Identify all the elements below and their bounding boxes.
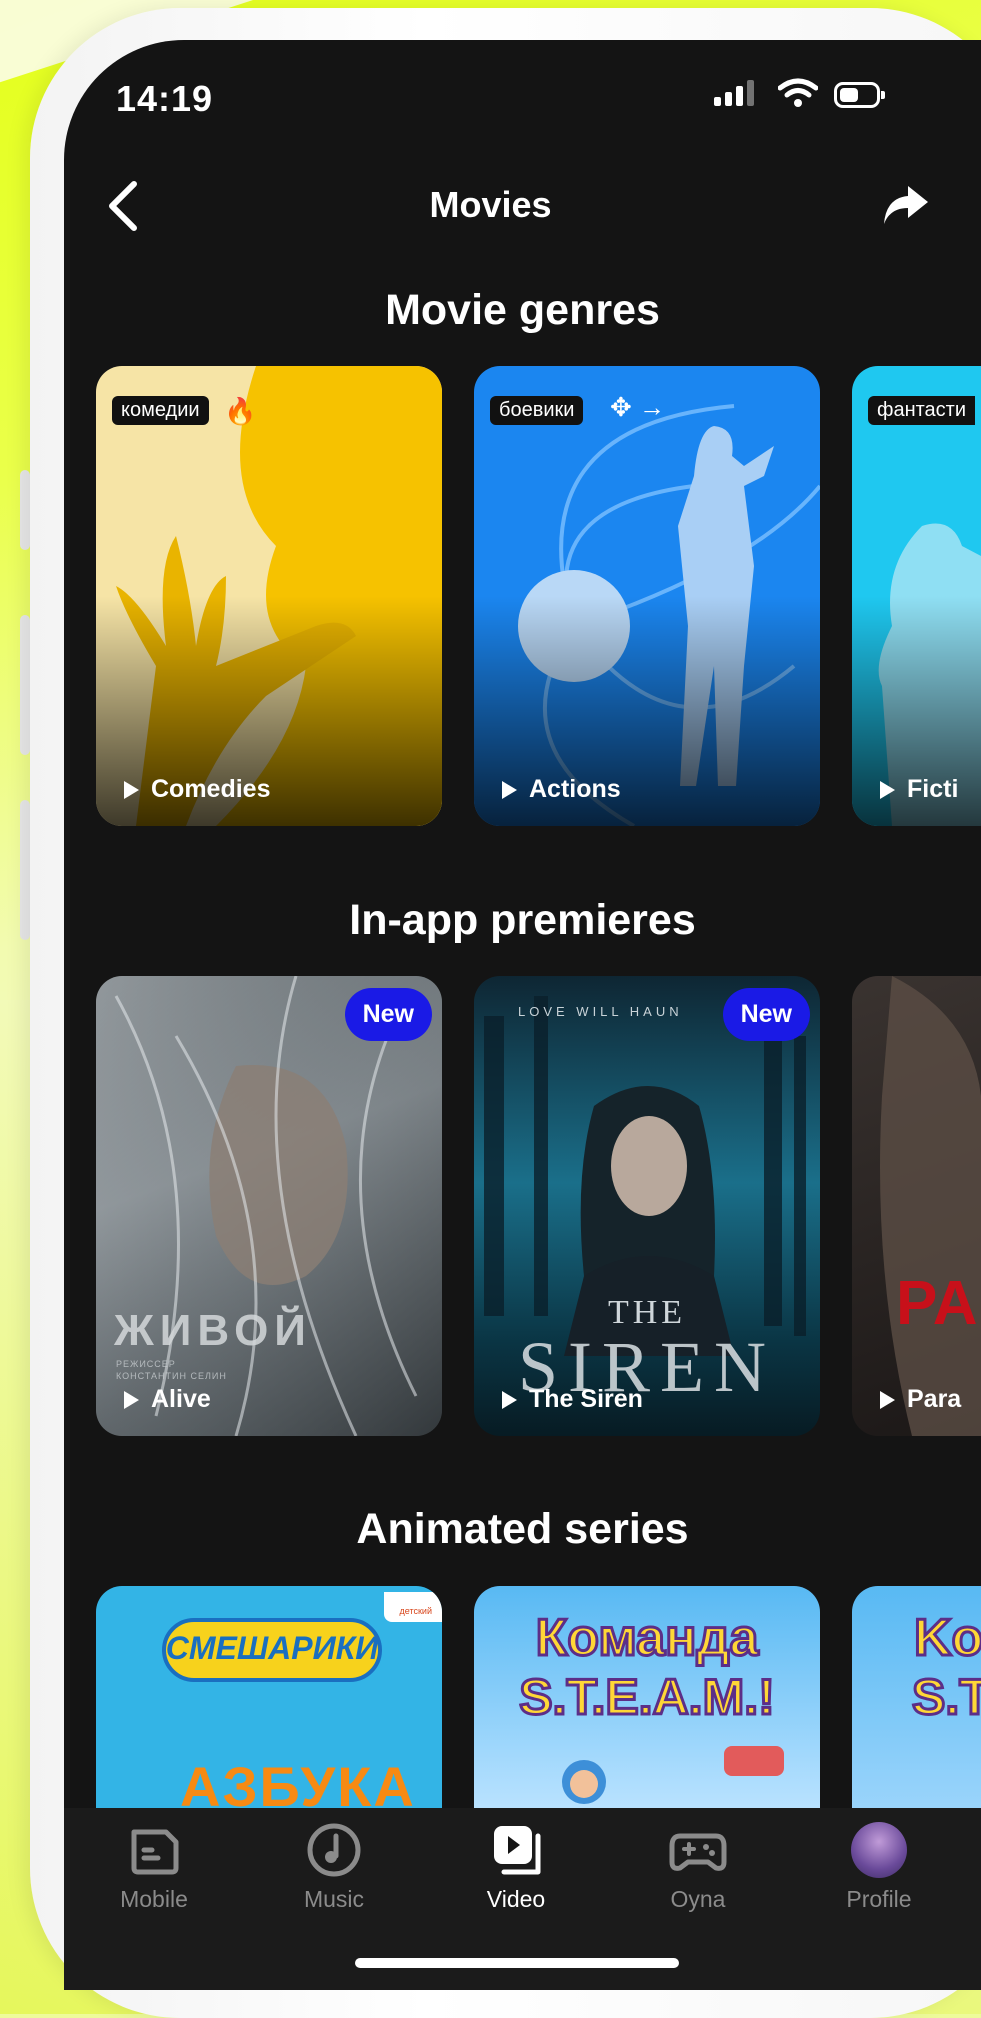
phone-side-button xyxy=(20,615,30,755)
avatar xyxy=(851,1822,907,1878)
steam-illustration xyxy=(562,1746,784,1804)
section-title-in-app-premieres: In-app premieres xyxy=(349,896,696,944)
tab-mobile[interactable]: Mobile xyxy=(94,1822,214,1913)
play-icon xyxy=(502,1390,517,1409)
card-label: Ficti xyxy=(880,775,958,804)
card-label: Actions xyxy=(502,775,621,804)
new-badge: New xyxy=(722,988,810,1041)
series-title: Ko xyxy=(912,1608,981,1669)
tab-music[interactable]: Music xyxy=(274,1822,394,1913)
wifi-icon xyxy=(778,78,818,107)
section-title-animated-series: Animated series xyxy=(356,1505,689,1553)
movie-card-para[interactable]: PAR Para xyxy=(852,976,981,1436)
card-label: Para xyxy=(880,1385,961,1414)
new-badge: New xyxy=(344,988,432,1041)
kids-tag: детский xyxy=(383,1592,442,1622)
play-icon xyxy=(124,780,139,799)
poster-title: PAR xyxy=(896,1269,981,1338)
home-indicator xyxy=(355,1958,679,1968)
series-subtitle: АЗБУКА xyxy=(180,1755,416,1808)
poster-credit: РЕЖИССЕР КОНСТАНТИН СЕЛИН xyxy=(116,1359,227,1381)
series-card-smeshariki[interactable]: СМЕШАРИКИ детский АЗБУКА xyxy=(96,1586,442,1808)
movie-card-alive[interactable]: ЖИВОЙ РЕЖИССЕР КОНСТАНТИН СЕЛИН New Aliv… xyxy=(96,976,442,1436)
status-time: 14:19 xyxy=(116,78,214,119)
play-icon xyxy=(880,780,895,799)
sim-card-icon xyxy=(131,1829,179,1875)
play-icon xyxy=(502,780,517,799)
genre-tag: комедии xyxy=(112,396,209,425)
tab-oyna[interactable]: Oyna xyxy=(638,1822,758,1913)
sparkle-arrow-icon: ✥ → xyxy=(610,392,666,422)
genre-card-actions[interactable]: боевики ✥ → Actions xyxy=(474,366,820,826)
poster-tagline: LOVE WILL HAUN xyxy=(518,1004,683,1019)
genre-card-comedies[interactable]: комедии 🔥 Comedies xyxy=(96,366,442,826)
video-play-icon xyxy=(494,1826,541,1875)
phone-side-button xyxy=(20,800,30,940)
series-card-partial[interactable]: Ko S.T xyxy=(852,1586,981,1808)
share-button[interactable] xyxy=(880,180,930,230)
phone-side-button xyxy=(20,470,30,550)
series-title: СМЕШАРИКИ xyxy=(165,1630,379,1666)
para-poster xyxy=(880,976,981,1436)
movie-card-the-siren[interactable]: LOVE WILL HAUN THE SIREN New The Siren xyxy=(474,976,820,1436)
battery-icon xyxy=(834,82,885,108)
card-label: Alive xyxy=(124,1385,211,1414)
section-title-movie-genres: Movie genres xyxy=(385,286,660,334)
fire-icon: 🔥 xyxy=(224,396,257,426)
genre-tag: боевики xyxy=(490,396,584,425)
play-icon xyxy=(880,1390,895,1409)
signal-icon xyxy=(714,80,754,106)
play-icon xyxy=(124,1390,139,1409)
tab-video[interactable]: Video xyxy=(456,1822,576,1913)
poster-title: ЖИВОЙ xyxy=(114,1306,312,1355)
genre-card-fiction[interactable]: фантасти Ficti xyxy=(852,366,981,826)
genre-tag: фантасти xyxy=(868,396,976,425)
card-label: The Siren xyxy=(502,1385,643,1414)
music-disc-icon xyxy=(307,1823,361,1877)
tab-profile[interactable]: Profile xyxy=(819,1822,939,1913)
series-subtitle: S.T xyxy=(911,1668,981,1727)
series-card-steam[interactable]: Команда S.T.E.A.M.! xyxy=(474,1586,820,1808)
gamepad-icon xyxy=(669,1833,727,1871)
page-title: Movies xyxy=(429,184,552,225)
card-label: Comedies xyxy=(124,775,270,804)
